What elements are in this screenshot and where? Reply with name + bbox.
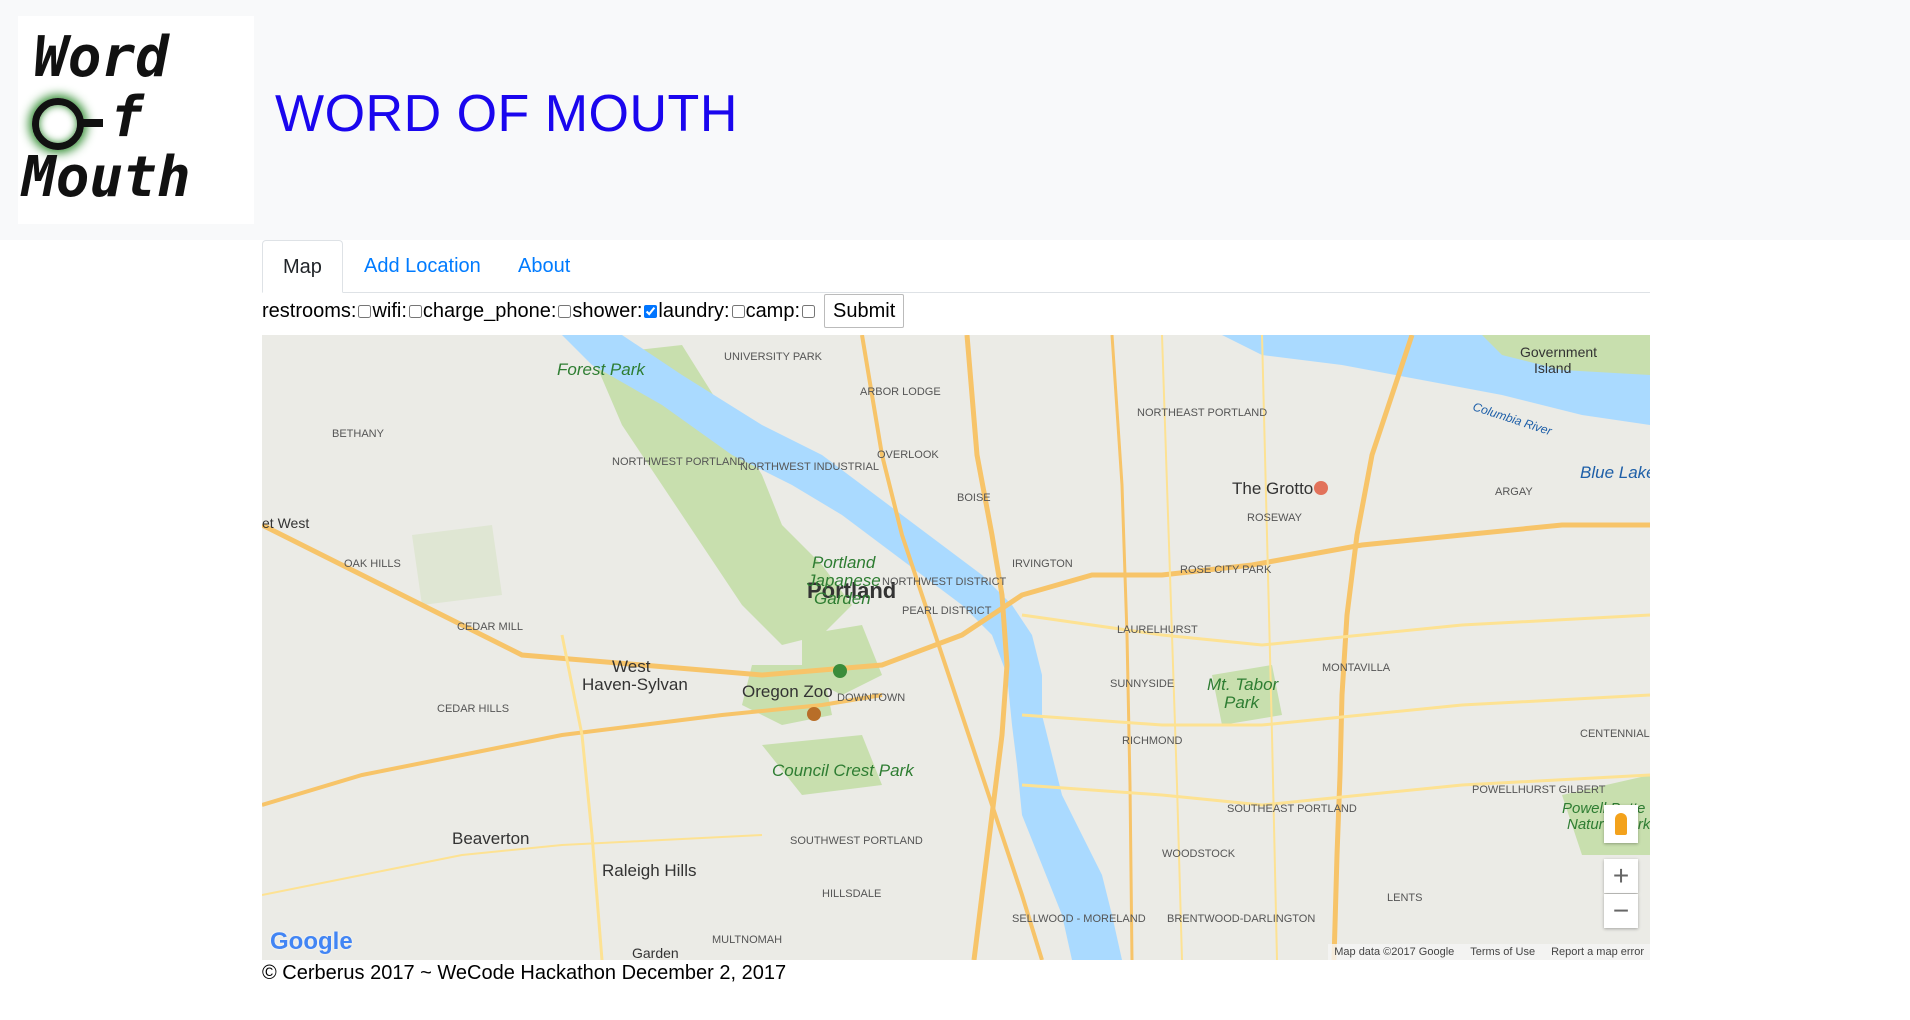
checkbox-shower[interactable] — [644, 304, 658, 318]
label-raleigh-hills: Raleigh Hills — [602, 861, 696, 880]
label-northwest-district: NORTHWEST DISTRICT — [882, 576, 1007, 588]
tab-about[interactable]: About — [498, 240, 590, 292]
filter-label-shower: shower: — [572, 299, 643, 322]
label-mt-tabor-2: Park — [1224, 693, 1260, 712]
filter-label-restrooms: restrooms: — [262, 299, 357, 322]
label-government-island-1: Government — [1520, 344, 1597, 360]
label-west-haven-1: West — [612, 657, 651, 676]
label-rose-city-park: ROSE CITY PARK — [1180, 564, 1272, 576]
map-data-attribution: Map data ©2017 Google — [1334, 946, 1455, 958]
site-title: WORD OF MOUTH — [275, 85, 738, 143]
label-japanese-garden-3: Garden — [814, 589, 871, 608]
submit-button[interactable]: Submit — [824, 294, 905, 328]
zoom-out-button[interactable]: − — [1604, 894, 1638, 928]
filter-label-wifi: wifi: — [372, 299, 407, 322]
filter-label-laundry: laundry: — [658, 299, 730, 322]
label-mt-tabor-1: Mt. Tabor — [1207, 675, 1280, 694]
label-overlook: OVERLOOK — [877, 449, 939, 461]
label-pearl-district: PEARL DISTRICT — [902, 605, 992, 617]
filter-label-camp: camp: — [745, 299, 801, 322]
filter-label-charge-phone: charge_phone: — [422, 299, 557, 322]
label-the-grotto: The Grotto — [1232, 479, 1313, 498]
google-logo[interactable]: Google — [270, 928, 353, 956]
checkbox-restrooms[interactable] — [358, 304, 372, 318]
terms-of-use-link[interactable]: Terms of Use — [1470, 946, 1535, 958]
label-cedar-hills: CEDAR HILLS — [437, 703, 509, 715]
label-woodstock: WOODSTOCK — [1162, 848, 1236, 860]
label-northwest-portland: NORTHWEST PORTLAND — [612, 456, 745, 468]
label-laurelhurst: LAURELHURST — [1117, 624, 1198, 636]
label-richmond: RICHMOND — [1122, 735, 1183, 747]
label-powellhurst: POWELLHURST GILBERT — [1472, 784, 1606, 796]
site-header: Word f Mouth WORD OF MOUTH — [0, 0, 1910, 240]
zoom-in-button[interactable]: + — [1604, 859, 1638, 893]
map-land — [262, 335, 1650, 960]
label-oregon-zoo: Oregon Zoo — [742, 682, 833, 701]
label-government-island-2: Island — [1534, 360, 1571, 376]
label-blue-lake: Blue Lake — [1580, 463, 1650, 482]
label-southeast-portland: SOUTHEAST PORTLAND — [1227, 803, 1357, 815]
map-canvas[interactable]: Portland Forest Park Portland Japanese G… — [262, 335, 1650, 960]
logo-line-1: Word — [34, 25, 169, 90]
grotto-marker-icon[interactable] — [1314, 481, 1328, 495]
label-hillsdale: HILLSDALE — [822, 888, 881, 900]
checkbox-charge-phone[interactable] — [558, 304, 572, 318]
label-montavilla: MONTAVILLA — [1322, 662, 1391, 674]
nav-tabs: Map Add Location About — [262, 240, 1650, 293]
label-irvington: IRVINGTON — [1012, 558, 1073, 570]
filter-form: restrooms: wifi: charge_phone: shower: l… — [262, 294, 905, 328]
label-bethany: BETHANY — [332, 428, 385, 440]
label-west-haven-2: Haven-Sylvan — [582, 675, 688, 694]
label-brentwood: BRENTWOOD-DARLINGTON — [1167, 913, 1315, 925]
label-oak-hills: OAK HILLS — [344, 558, 401, 570]
tab-add-location[interactable]: Add Location — [344, 240, 501, 292]
street-view-pegman-icon[interactable] — [1604, 805, 1638, 843]
map-attribution: Map data ©2017 Google Terms of Use Repor… — [1328, 944, 1650, 960]
map-tiles: Portland Forest Park Portland Japanese G… — [262, 335, 1650, 960]
label-sellwood: SELLWOOD - MORELAND — [1012, 913, 1146, 925]
logo-line-2: f — [110, 85, 144, 150]
garden-marker-icon[interactable] — [833, 664, 847, 678]
label-argay: ARGAY — [1495, 486, 1533, 498]
label-cedar-mill: CEDAR MILL — [457, 621, 523, 633]
page-footer: © Cerberus 2017 ~ WeCode Hackathon Decem… — [262, 962, 787, 984]
label-council-crest: Council Crest Park — [772, 761, 915, 780]
label-roseway: ROSEWAY — [1247, 512, 1303, 524]
label-northwest-industrial: NORTHWEST INDUSTRIAL — [740, 461, 879, 473]
report-map-error-link[interactable]: Report a map error — [1551, 946, 1644, 958]
logo-line-3: Mouth — [22, 145, 191, 210]
label-boise: BOISE — [957, 492, 991, 504]
tab-map[interactable]: Map — [262, 240, 343, 293]
label-arbor-lodge: ARBOR LODGE — [860, 386, 941, 398]
label-japanese-garden-2: Japanese — [806, 571, 881, 590]
label-centennial: CENTENNIAL — [1580, 728, 1650, 740]
checkbox-camp[interactable] — [802, 304, 816, 318]
label-lents: LENTS — [1387, 892, 1422, 904]
word-of-mouth-logo: Word f Mouth — [18, 16, 254, 224]
label-multnomah: MULTNOMAH — [712, 934, 782, 946]
checkbox-wifi[interactable] — [408, 304, 422, 318]
label-garden: Garden — [632, 945, 679, 960]
label-forest-park: Forest Park — [557, 360, 646, 379]
label-west-slope: et West — [262, 515, 309, 531]
label-downtown: DOWNTOWN — [837, 692, 905, 704]
label-japanese-garden-1: Portland — [812, 553, 876, 572]
zoo-marker-icon[interactable] — [807, 707, 821, 721]
hills-area — [412, 525, 502, 605]
label-southwest-portland: SOUTHWEST PORTLAND — [790, 835, 923, 847]
label-sunnyside: SUNNYSIDE — [1110, 678, 1174, 690]
label-university-park: UNIVERSITY PARK — [724, 351, 823, 363]
label-beaverton: Beaverton — [452, 829, 530, 848]
logo-male-symbol-icon — [32, 98, 103, 150]
checkbox-laundry[interactable] — [731, 304, 745, 318]
label-northeast-portland: NORTHEAST PORTLAND — [1137, 407, 1267, 419]
